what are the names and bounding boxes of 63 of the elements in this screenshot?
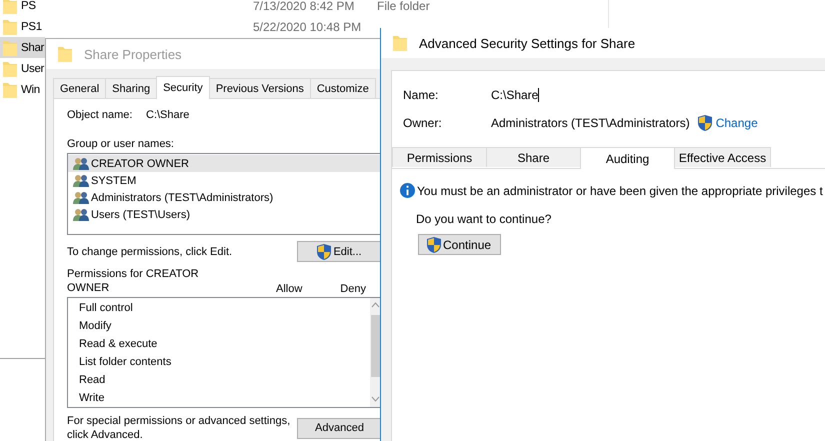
name-value[interactable]: C:\Share (491, 88, 540, 102)
tab[interactable]: Effective Access (674, 147, 771, 167)
tab[interactable]: Share (486, 147, 581, 167)
permission-item: Modify (78, 320, 112, 334)
hint-text: For special permissions or advanced settings, click Advanced. (67, 414, 292, 441)
file-type: File folder (377, 0, 430, 12)
permission-item: Read & execute (78, 338, 158, 352)
scroll-down-icon[interactable] (371, 396, 380, 402)
owner-value: Administrators (TEST\Administrators) (491, 116, 690, 130)
permission-item: List folder contents (78, 356, 172, 370)
file-name[interactable]: User (21, 62, 44, 74)
folder-icon (3, 40, 17, 56)
list-item[interactable]: Administrators (TEST\Administrators) (68, 189, 381, 206)
shield-icon (317, 244, 332, 260)
tab[interactable]: Security (156, 76, 210, 99)
tab[interactable]: Customize (310, 78, 376, 98)
field-label: Name: (403, 88, 440, 102)
column-header: Allow (276, 283, 302, 295)
question-text: Do you want to continue? (416, 212, 552, 226)
folder-icon (3, 0, 17, 14)
list-label: Permissions for CREATOR OWNER (67, 267, 200, 295)
scroll-up-icon[interactable] (371, 302, 380, 308)
column-header: Deny (340, 283, 366, 295)
object-name: C:\Share (146, 109, 190, 121)
field-label: Owner: (403, 116, 443, 130)
shield-icon (427, 236, 441, 252)
list-label: Group or user names: (67, 138, 175, 150)
list-item[interactable]: Users (TEST\Users) (68, 206, 381, 223)
folder-icon (3, 82, 17, 98)
users-icon (73, 156, 89, 170)
tab[interactable]: Auditing (580, 147, 675, 169)
change-link[interactable]: Change (716, 116, 758, 130)
file-name[interactable]: PS1 (21, 20, 42, 32)
folder-icon (3, 18, 17, 34)
users-icon (73, 174, 89, 188)
list-item[interactable]: SYSTEM (68, 172, 381, 189)
tab[interactable]: Permissions (392, 147, 487, 167)
folder-icon (58, 46, 72, 62)
info-icon (400, 183, 415, 198)
users-icon (73, 208, 89, 222)
hint-text: To change permissions, click Edit. (67, 246, 232, 258)
scroll-thumb[interactable] (371, 315, 380, 377)
file-name[interactable]: Win (21, 84, 40, 96)
file-name[interactable]: PS (21, 0, 36, 12)
folder-icon (393, 35, 407, 51)
window-title: Share Properties (84, 46, 182, 62)
permission-item: Full control (78, 302, 134, 316)
group-list[interactable]: CREATOR OWNER SYSTEM Administrators (TEST\Administrators) Users (TEST\Users) (67, 153, 381, 235)
shield-icon (698, 115, 712, 131)
info-message: You must be an administrator or have been given the appropriate privileges t (417, 184, 823, 198)
permission-item: Write (78, 392, 106, 406)
folder-icon (3, 60, 17, 76)
advanced-button[interactable]: Advanced (297, 418, 381, 438)
field-label: Object name: (67, 109, 134, 121)
permission-item: Read (78, 374, 106, 388)
list-item[interactable]: CREATOR OWNER (68, 155, 381, 172)
date-modified: 7/13/2020 8:42 PM (253, 0, 356, 12)
users-icon (73, 190, 89, 204)
tab[interactable]: General (53, 78, 106, 98)
date-modified: 5/22/2020 10:48 PM (253, 20, 362, 34)
edit-button[interactable]: Edit... (297, 241, 381, 262)
continue-button[interactable]: Continue (418, 234, 501, 255)
window-title: Advanced Security Settings for Share (419, 36, 636, 50)
